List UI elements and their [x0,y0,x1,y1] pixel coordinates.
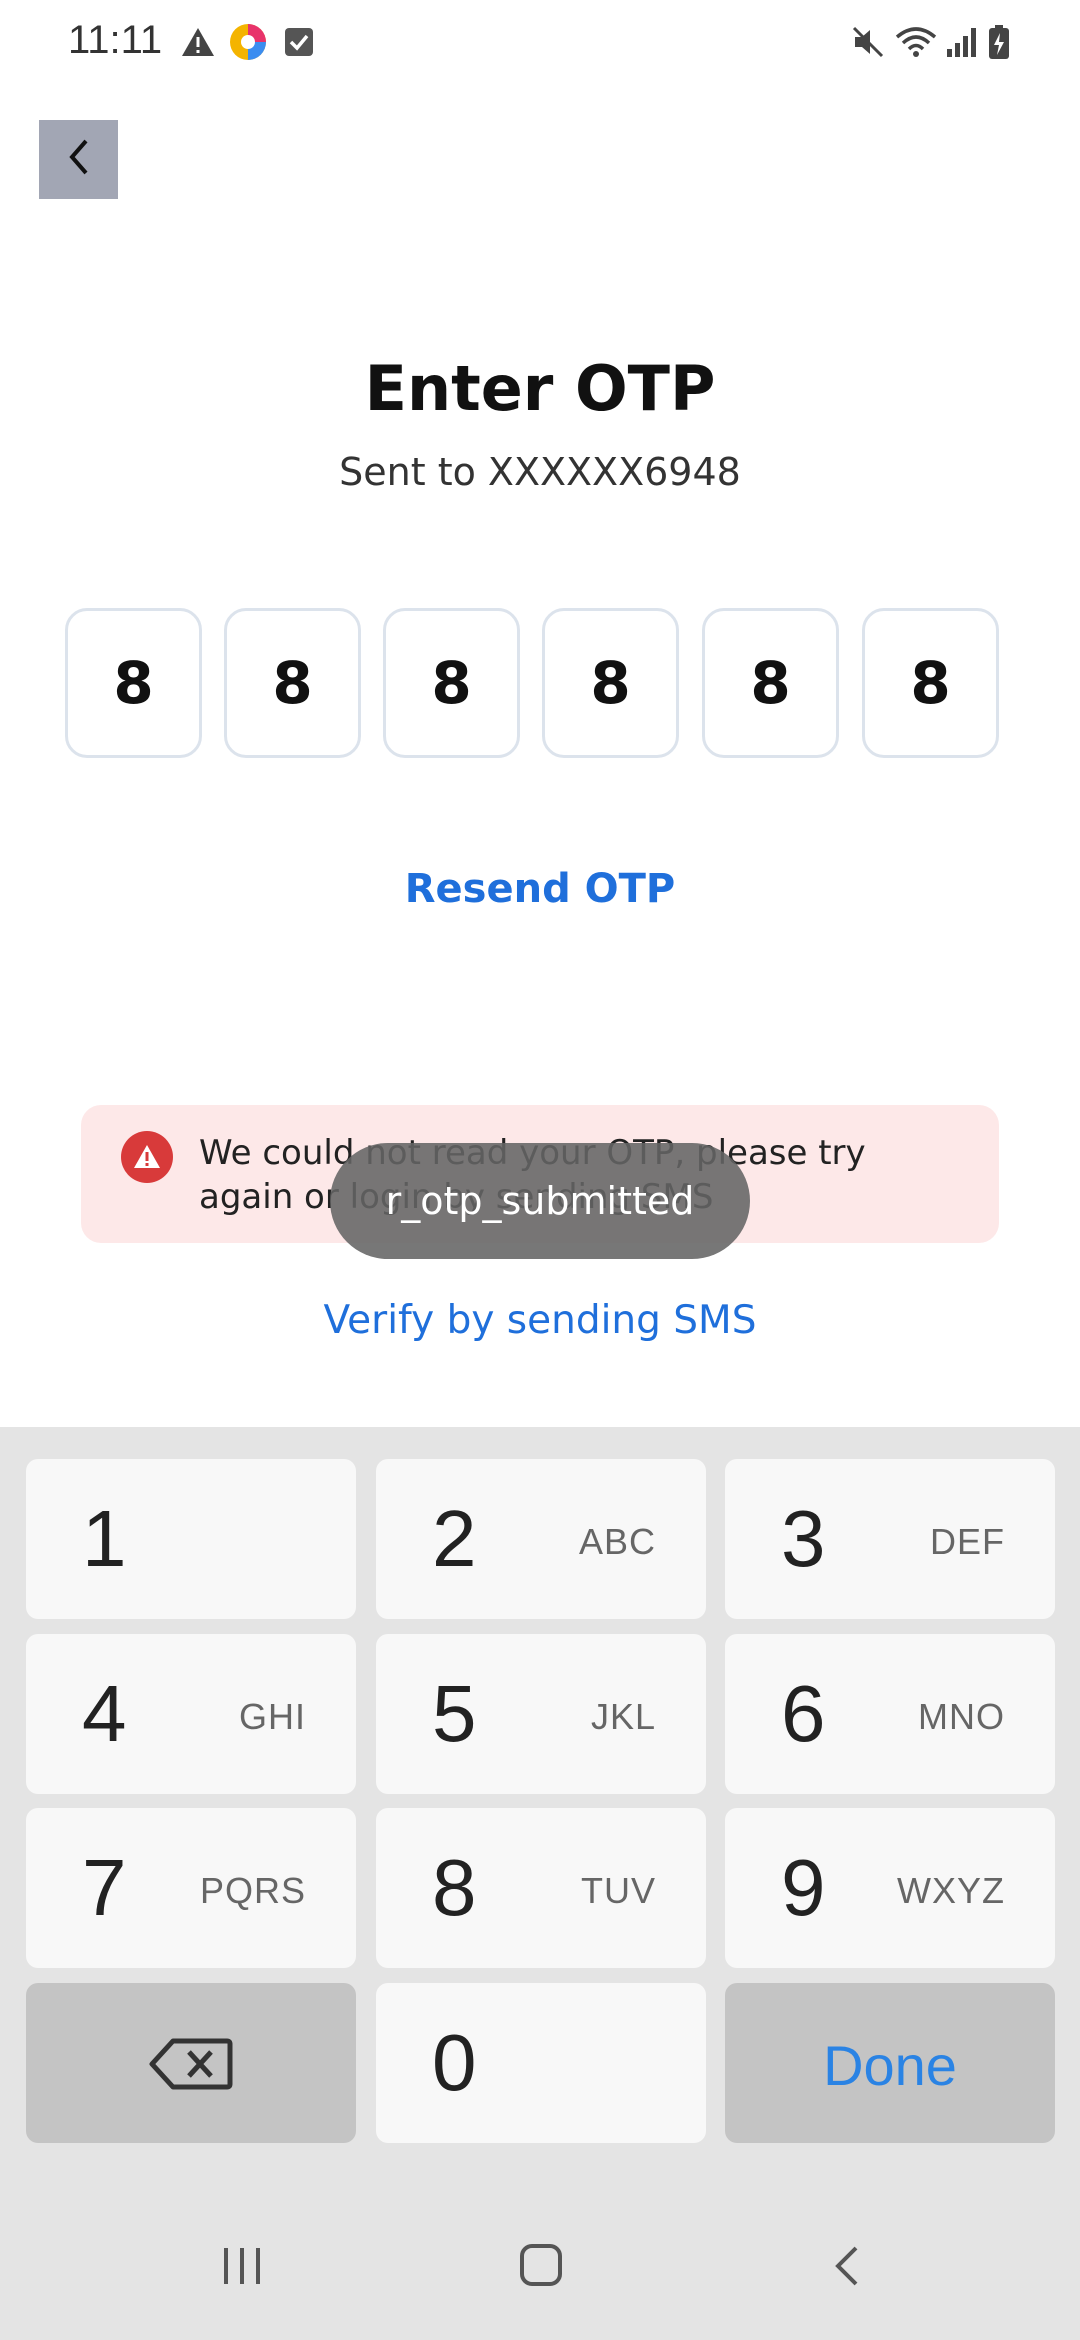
done-key[interactable]: Done [725,1983,1055,2143]
navigation-bar [0,2200,1080,2340]
backspace-icon [149,2037,233,2096]
done-label: Done [823,2034,957,2097]
key-letters: WXYZ [897,1870,1005,1911]
battery-icon [986,22,1012,62]
key-letters: JKL [590,1696,656,1737]
recent-apps-icon[interactable] [220,2244,264,2293]
key-0[interactable]: 0 [376,1983,706,2143]
key-letters: TUV [581,1870,656,1911]
key-letters: GHI [238,1696,306,1737]
back-nav-icon[interactable] [828,2244,868,2293]
key-digit: 6 [781,1669,826,1758]
alert-icon [121,1131,173,1183]
key-4[interactable]: 4 GHI [26,1634,356,1794]
key-digit: 2 [432,1494,477,1583]
key-digit: 9 [781,1843,826,1932]
mute-icon [850,22,886,62]
key-digit: 8 [432,1843,477,1932]
otp-input-group: 8 8 8 8 8 8 [65,608,999,758]
home-icon[interactable] [518,2242,564,2293]
resend-otp-link[interactable]: Resend OTP [0,866,1080,912]
page-title: Enter OTP [364,352,716,425]
key-digit: 3 [781,1494,826,1583]
page-subtitle: Sent to XXXXXX6948 [339,450,741,494]
key-letters: PQRS [199,1870,306,1911]
app-icon [228,22,268,62]
key-letters: MNO [918,1696,1005,1737]
status-time: 11:11 [68,18,163,62]
otp-digit-1[interactable]: 8 [65,608,202,758]
key-digit: 4 [82,1669,127,1758]
key-6[interactable]: 6 MNO [725,1634,1055,1794]
key-2[interactable]: 2 ABC [376,1459,706,1619]
key-digit: 1 [82,1494,127,1583]
warning-icon [180,22,216,62]
otp-digit-2[interactable]: 8 [224,608,361,758]
toast-message: r_otp_submitted [330,1143,750,1259]
key-letters: ABC [578,1521,656,1562]
key-7[interactable]: 7 PQRS [26,1808,356,1968]
key-digit: 7 [82,1843,127,1932]
key-5[interactable]: 5 JKL [376,1634,706,1794]
checkbox-icon [282,22,316,62]
backspace-key[interactable] [26,1983,356,2143]
verify-by-sms-link[interactable]: Verify by sending SMS [0,1298,1080,1343]
signal-icon [944,22,980,62]
key-8[interactable]: 8 TUV [376,1808,706,1968]
back-button[interactable] [39,120,118,199]
key-digit: 0 [432,2018,477,2107]
otp-digit-3[interactable]: 8 [383,608,520,758]
otp-digit-4[interactable]: 8 [542,608,679,758]
otp-digit-5[interactable]: 8 [702,608,839,758]
key-3[interactable]: 3 DEF [725,1459,1055,1619]
key-1[interactable]: 1 [26,1459,356,1619]
numeric-keyboard: 1 2 ABC 3 DEF 4 GHI 5 JKL 6 MNO 7 PQRS 8… [0,1427,1080,2340]
key-9[interactable]: 9 WXYZ [725,1808,1055,1968]
key-digit: 5 [432,1669,477,1758]
otp-digit-6[interactable]: 8 [862,608,999,758]
chevron-left-icon [62,137,96,182]
status-bar: 11:11 [0,0,1080,84]
key-letters: DEF [930,1521,1005,1562]
wifi-icon [894,22,938,62]
